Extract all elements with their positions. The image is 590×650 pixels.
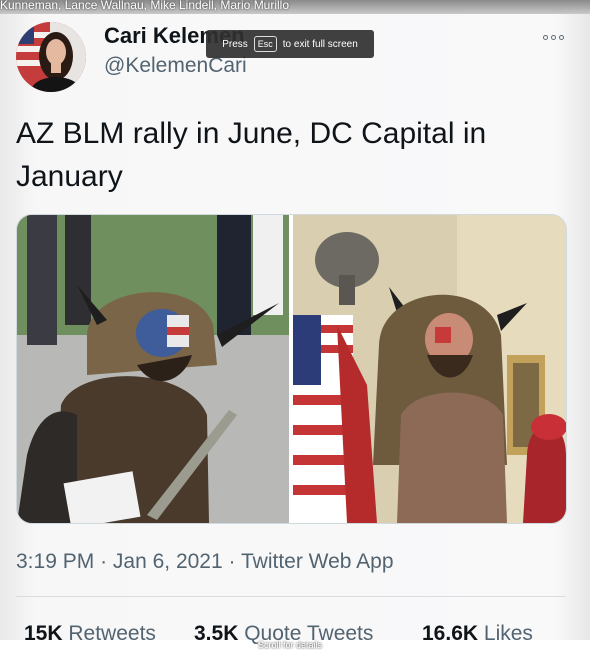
author-avatar[interactable]	[16, 22, 86, 92]
scroll-hint: Scroll for details	[258, 640, 323, 650]
meta-separator: ·	[100, 550, 108, 573]
retweets-label: Retweets	[68, 622, 156, 645]
toast-prefix: Press	[222, 38, 248, 50]
tweet-source[interactable]: Twitter Web App	[241, 550, 394, 573]
quote-tweets-count: 3.5K	[194, 622, 239, 645]
more-dot-icon	[550, 34, 556, 40]
divider	[16, 596, 566, 597]
photo-right[interactable]	[293, 215, 566, 523]
likes-stat[interactable]: 16.6K Likes	[422, 622, 533, 646]
retweets-stat[interactable]: 15K Retweets	[24, 622, 156, 646]
more-dot-icon	[542, 34, 548, 40]
fullscreen-exit-toast: Press Esc to exit full screen	[206, 30, 374, 58]
tweet-date[interactable]: Jan 6, 2021	[113, 550, 223, 573]
tweet-media[interactable]	[16, 214, 567, 524]
esc-key-badge: Esc	[253, 36, 277, 52]
retweets-count: 15K	[24, 622, 63, 645]
window-title: Kunneman, Lance Wallnau, Mike Lindell, M…	[0, 0, 290, 12]
media-photos	[17, 215, 566, 523]
likes-count: 16.6K	[422, 622, 479, 645]
meta-separator: ·	[228, 550, 236, 573]
more-options-icon[interactable]	[538, 29, 568, 45]
window-title-strip: Kunneman, Lance Wallnau, Mike Lindell, M…	[0, 0, 590, 14]
more-dot-icon	[558, 34, 564, 40]
tweet-time[interactable]: 3:19 PM	[16, 550, 94, 573]
tweet-text: AZ BLM rally in June, DC Capital in Janu…	[16, 117, 487, 193]
tweet-card: Cari Kelemen @KelemenCari Press Esc to e…	[0, 14, 590, 650]
avatar-photo	[16, 22, 86, 92]
likes-label: Likes	[483, 622, 533, 645]
toast-suffix: to exit full screen	[282, 38, 358, 50]
tweet-meta: 3:19 PM · Jan 6, 2021 · Twitter Web App	[16, 550, 394, 574]
photo-left[interactable]	[17, 215, 289, 523]
